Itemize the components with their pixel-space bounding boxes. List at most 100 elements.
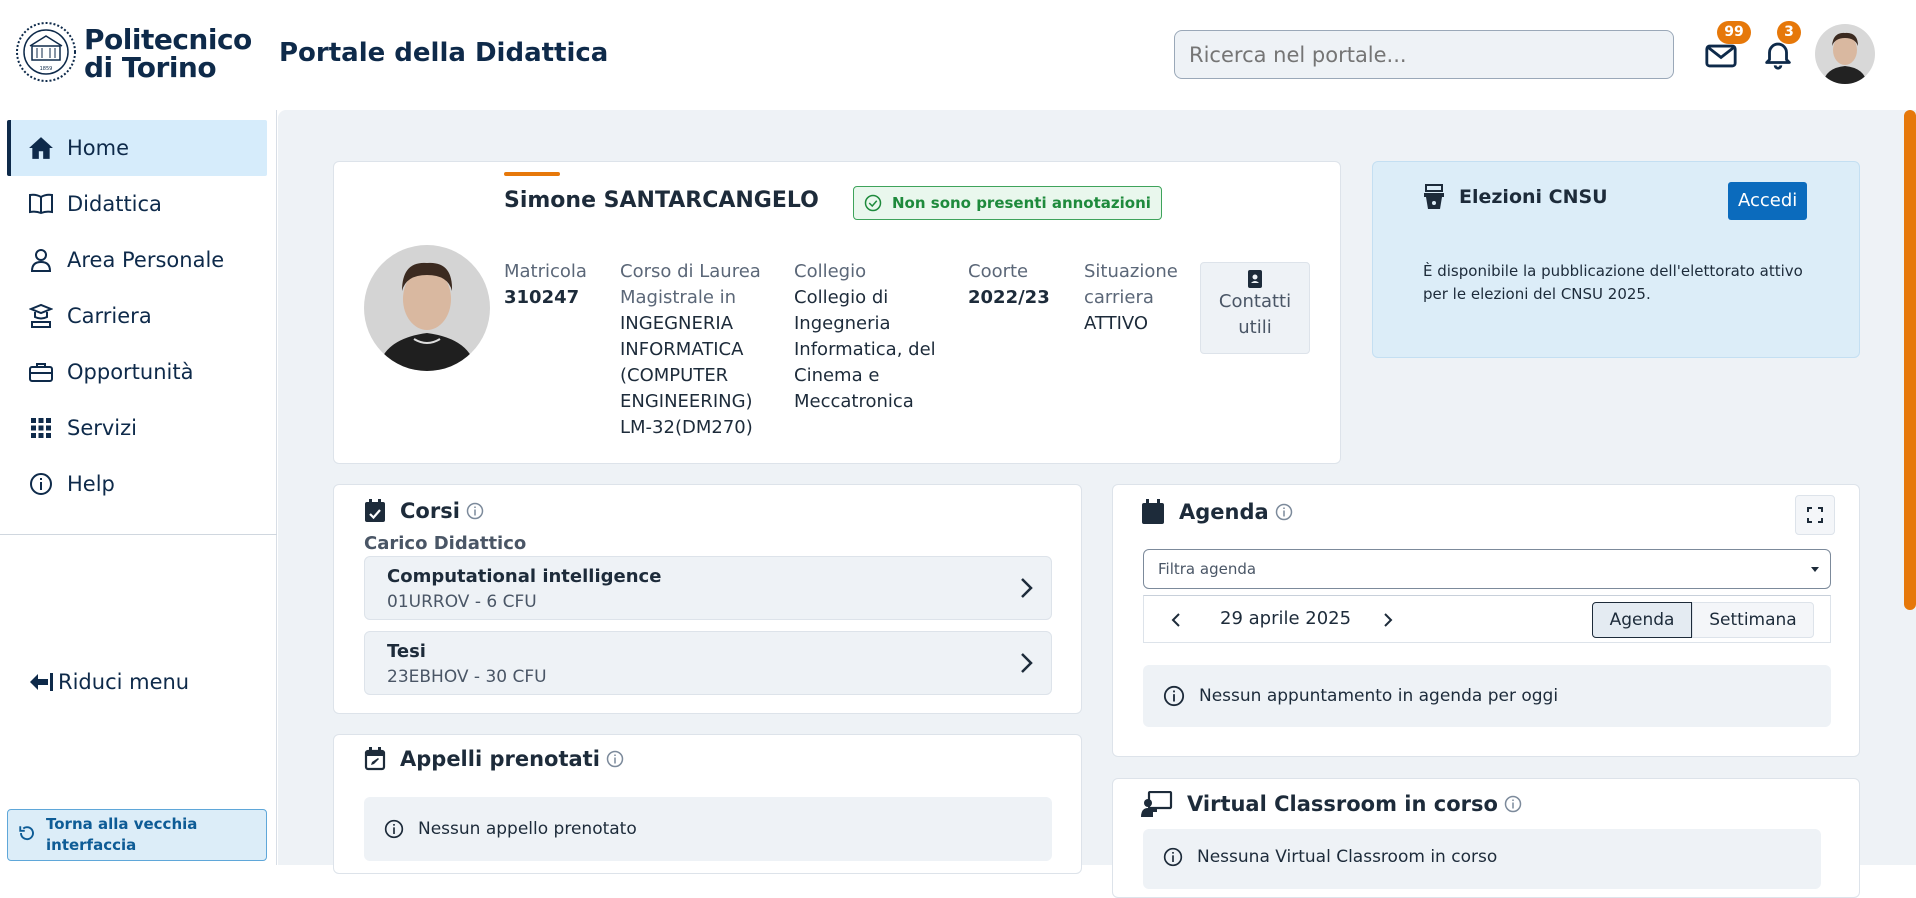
corso-label-2: Magistrale in <box>620 287 737 308</box>
situazione-value: ATTIVO <box>1084 313 1149 334</box>
coorte-label: Coorte <box>968 261 1029 282</box>
page-scrollbar[interactable] <box>1904 110 1916 610</box>
carico-didattico-label: Carico Didattico <box>364 533 527 554</box>
collegio-label: Collegio <box>794 261 867 282</box>
calendar-icon <box>1142 499 1164 524</box>
virtual-classroom-title: Virtual Classroom in corso <box>1141 791 1522 817</box>
sidebar-item-area-personale[interactable]: Area Personale <box>7 232 267 288</box>
course-name: Computational intelligence <box>387 566 662 587</box>
sidebar-item-label: Opportunità <box>67 360 194 384</box>
info-icon[interactable] <box>606 750 624 768</box>
top-header: 1859 Politecnico di Torino Portale della… <box>0 0 1916 110</box>
sidebar-item-didattica[interactable]: Didattica <box>7 176 267 232</box>
sidebar-item-help[interactable]: Help <box>7 456 267 512</box>
virtual-classroom-empty-text: Nessuna Virtual Classroom in corso <box>1197 847 1498 867</box>
sidebar-item-opportunita[interactable]: Opportunità <box>7 344 267 400</box>
appelli-empty-message: Nessun appello prenotato <box>364 797 1052 861</box>
svg-text:1859: 1859 <box>40 66 53 72</box>
elezioni-text-line: È disponibile la pubblicazione dell'elet… <box>1423 262 1803 280</box>
notification-count-badge: 3 <box>1777 21 1801 44</box>
corso-line: INGEGNERIA <box>620 313 734 334</box>
course-detail: 23EBHOV - 30 CFU <box>387 667 547 687</box>
graduation-icon <box>27 302 55 330</box>
agenda-title-text: Agenda <box>1179 500 1269 524</box>
brand-name[interactable]: Politecnico di Torino <box>84 26 252 82</box>
accent-bar <box>504 172 560 176</box>
undo-icon <box>18 824 36 842</box>
agenda-date: 29 aprile 2025 <box>1220 608 1352 629</box>
annotation-status-badge: Non sono presenti annotazioni <box>853 186 1162 220</box>
fullscreen-button[interactable] <box>1795 495 1835 535</box>
reduce-menu-button[interactable]: Riduci menu <box>28 670 189 694</box>
fullscreen-icon <box>1807 507 1823 523</box>
presentation-icon <box>1141 791 1173 817</box>
matricola-field: Matricola 310247 <box>504 259 587 311</box>
course-name: Tesi <box>387 641 426 662</box>
elezioni-text: È disponibile la pubblicazione dell'elet… <box>1423 260 1803 306</box>
politecnico-logo[interactable]: 1859 <box>14 20 84 84</box>
virtual-classroom-empty-message: Nessuna Virtual Classroom in corso <box>1143 829 1821 889</box>
corsi-title: Corsi <box>364 499 484 523</box>
corso-line: INFORMATICA <box>620 339 744 360</box>
elezioni-accedi-button[interactable]: Accedi <box>1728 182 1808 220</box>
ballot-box-icon <box>1424 184 1444 209</box>
course-detail: 01URROV - 6 CFU <box>387 592 537 612</box>
view-week-button[interactable]: Settimana <box>1692 602 1814 638</box>
collegio-line: Ingegneria <box>794 313 891 334</box>
agenda-card: Agenda Filtra agenda 29 aprile 2025 Agen… <box>1112 484 1860 757</box>
info-icon[interactable] <box>466 502 484 520</box>
sidebar-item-servizi[interactable]: Servizi <box>7 400 267 456</box>
book-icon <box>27 190 55 218</box>
corso-label-1: Corso di Laurea <box>620 261 761 282</box>
course-item[interactable]: Computational intelligence 01URROV - 6 C… <box>364 556 1052 620</box>
briefcase-icon <box>27 358 55 386</box>
collegio-line: Meccatronica <box>794 391 914 412</box>
calendar-edit-icon <box>364 747 386 771</box>
sidebar-item-carriera[interactable]: Carriera <box>7 288 267 344</box>
mail-icon <box>1705 44 1737 68</box>
user-avatar[interactable] <box>1815 24 1875 84</box>
corso-line: ENGINEERING) <box>620 391 753 412</box>
agenda-filter-select[interactable]: Filtra agenda <box>1143 549 1831 589</box>
contacts-button[interactable]: Contatti utili <box>1200 262 1310 354</box>
sidebar-item-label: Help <box>67 472 115 496</box>
portal-title: Portale della Didattica <box>279 38 609 68</box>
coorte-value: 2022/23 <box>968 287 1050 308</box>
coorte-field: Coorte 2022/23 <box>968 259 1050 311</box>
situazione-label-2: carriera <box>1084 287 1154 308</box>
home-icon <box>27 134 55 162</box>
virtual-classroom-title-text: Virtual Classroom in corso <box>1187 792 1498 816</box>
sidebar-divider <box>0 534 277 535</box>
sidebar-item-home[interactable]: Home <box>7 120 267 176</box>
elezioni-title-text: Elezioni CNSU <box>1459 186 1608 208</box>
appelli-empty-text: Nessun appello prenotato <box>418 819 637 839</box>
grid-icon <box>27 414 55 442</box>
annotation-status-label: Non sono presenti annotazioni <box>892 194 1151 212</box>
search-input[interactable] <box>1174 30 1674 79</box>
reduce-menu-label: Riduci menu <box>58 670 190 694</box>
info-icon[interactable] <box>1275 503 1293 521</box>
elezioni-title: Elezioni CNSU <box>1423 184 1608 210</box>
collegio-field: Collegio Collegio di Ingegneria Informat… <box>794 259 936 415</box>
situazione-label-1: Situazione <box>1084 261 1178 282</box>
check-circle-icon <box>864 194 882 212</box>
corso-line: LM-32(DM270) <box>620 417 753 438</box>
info-icon[interactable] <box>1504 795 1522 813</box>
corso-line: (COMPUTER <box>620 365 729 386</box>
sidebar-item-label: Area Personale <box>67 248 225 272</box>
virtual-classroom-card: Virtual Classroom in corso Nessuna Virtu… <box>1112 778 1860 898</box>
course-item[interactable]: Tesi 23EBHOV - 30 CFU <box>364 631 1052 695</box>
old-interface-button[interactable]: Torna alla vecchia interfaccia <box>7 809 267 861</box>
chevron-left-icon[interactable] <box>1170 612 1182 628</box>
info-icon <box>384 819 404 839</box>
matricola-label: Matricola <box>504 261 587 282</box>
appelli-title: Appelli prenotati <box>364 747 624 771</box>
view-agenda-button[interactable]: Agenda <box>1592 602 1692 638</box>
collapse-menu-icon <box>30 673 53 691</box>
chevron-right-icon <box>1021 578 1033 598</box>
contacts-label-2: utili <box>1238 317 1272 338</box>
chevron-right-icon[interactable] <box>1382 612 1394 628</box>
info-icon <box>1163 685 1185 707</box>
chevron-right-icon <box>1021 653 1033 673</box>
sidebar-item-label: Didattica <box>67 192 162 216</box>
